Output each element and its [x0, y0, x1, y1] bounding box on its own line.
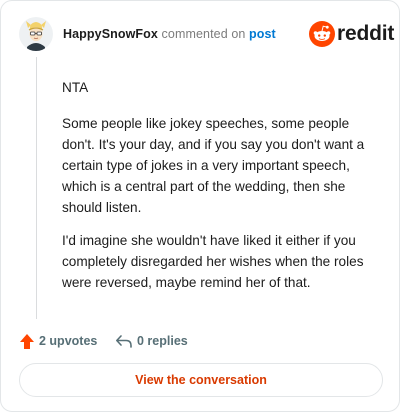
post-link[interactable]: post: [249, 27, 276, 41]
comment-byline: HappySnowFox commented on post: [63, 27, 276, 41]
upvotes-count: 2 upvotes: [39, 334, 98, 348]
reddit-logo[interactable]: reddit: [309, 21, 394, 47]
author-username[interactable]: HappySnowFox: [63, 27, 158, 41]
comment-actions: 2 upvotes 0 replies: [19, 331, 319, 351]
comment-embed-card: HappySnowFox commented on post reddit NT…: [0, 0, 400, 412]
user-avatar[interactable]: [19, 17, 53, 51]
upvote-button[interactable]: 2 upvotes: [19, 331, 97, 351]
comment-header: HappySnowFox commented on post reddit: [19, 17, 394, 51]
replies-button[interactable]: 0 replies: [115, 331, 188, 351]
replies-count: 0 replies: [137, 334, 188, 348]
thread-line: [36, 57, 37, 319]
reply-arrow-icon: [116, 335, 132, 348]
reddit-wordmark: reddit: [337, 22, 395, 45]
comment-paragraph: NTA: [62, 80, 89, 95]
comment-paragraph: Some people like jokey speeches, some pe…: [62, 116, 365, 215]
comment-paragraph: I'd imagine she wouldn't have liked it e…: [62, 233, 364, 290]
view-conversation-button[interactable]: View the conversation: [19, 363, 383, 397]
upvote-arrow-icon: [20, 333, 34, 349]
comment-body: NTA Some people like jokey speeches, som…: [62, 77, 380, 305]
commented-on-text: commented on: [161, 27, 246, 41]
reddit-snoo-icon: [309, 21, 335, 47]
avatar-image: [19, 17, 53, 51]
